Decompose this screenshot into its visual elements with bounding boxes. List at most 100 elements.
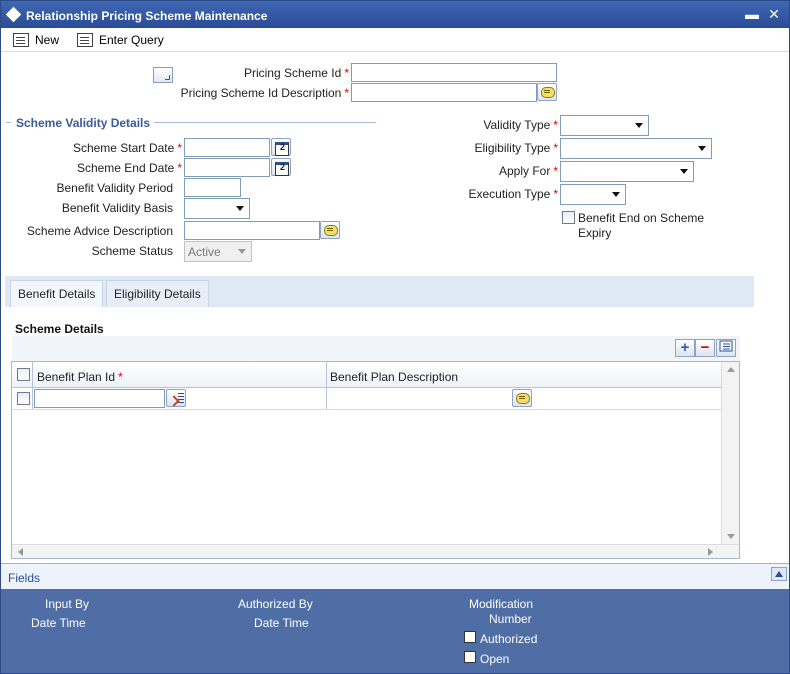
chevron-down-icon <box>698 146 706 151</box>
calendar-icon[interactable] <box>271 138 291 156</box>
enter-query-label: Enter Query <box>99 33 164 47</box>
end-date-label: Scheme End Date * <box>31 161 182 175</box>
add-row-button[interactable]: + <box>675 339 695 357</box>
status-value: Active <box>188 244 221 259</box>
calendar-icon[interactable] <box>271 158 291 176</box>
minimize-button[interactable]: ▬ <box>743 5 761 23</box>
benefit-plan-id-input[interactable] <box>34 389 165 408</box>
scheme-desc-label-text: Pricing Scheme Id Description <box>180 86 342 100</box>
list-icon <box>719 340 733 352</box>
fields-link[interactable]: Fields <box>8 571 40 585</box>
column-header-benefit-plan-id: Benefit Plan Id * <box>37 370 123 384</box>
lookup-icon[interactable] <box>166 389 186 407</box>
required-mark: * <box>553 141 558 155</box>
note-icon[interactable] <box>320 221 340 239</box>
scheme-desc-input[interactable] <box>351 83 537 102</box>
chevron-down-icon <box>680 169 688 174</box>
benefit-end-label-1: Benefit End on Scheme <box>578 211 705 225</box>
advice-desc-input[interactable] <box>184 221 320 240</box>
scroll-down-icon[interactable] <box>727 534 735 539</box>
required-mark: * <box>344 66 349 80</box>
close-button[interactable]: ✕ <box>765 5 783 23</box>
authorized-checkbox <box>464 631 476 643</box>
validity-type-label-text: Validity Type <box>483 118 551 132</box>
benefit-basis-label: Benefit Validity Basis <box>61 201 173 215</box>
input-by-label: Input By <box>45 597 90 611</box>
tab-benefit-details[interactable]: Benefit Details <box>10 280 104 307</box>
authorized-label: Authorized <box>480 632 538 646</box>
benefit-period-label: Benefit Validity Period <box>56 181 173 195</box>
execution-type-label: Execution Type * <box>421 187 558 201</box>
remove-row-button[interactable]: − <box>695 339 715 357</box>
grid-header: Benefit Plan Id * Benefit Plan Descriptio… <box>12 362 721 388</box>
new-label: New <box>35 33 60 47</box>
open-label: Open <box>480 652 510 666</box>
start-date-label-text: Scheme Start Date <box>72 141 175 155</box>
enter-query-icon <box>77 33 93 47</box>
list-view-button[interactable] <box>716 339 736 357</box>
execution-type-label-text: Execution Type <box>468 187 551 201</box>
modification-number-label: Number <box>489 612 532 626</box>
toolbar: New Enter Query <box>1 28 789 52</box>
scroll-left-icon[interactable] <box>18 548 23 556</box>
start-date-input[interactable] <box>184 138 270 157</box>
benefit-basis-select[interactable] <box>184 198 250 219</box>
required-mark: * <box>118 370 123 384</box>
apply-for-label: Apply For * <box>421 164 558 178</box>
status-label: Scheme Status <box>91 244 173 258</box>
scroll-right-icon[interactable] <box>708 548 713 556</box>
maintenance-window: Relationship Pricing Scheme Maintenance … <box>0 0 790 674</box>
advice-desc-label: Scheme Advice Description <box>26 224 173 238</box>
benefit-end-label-2: Expiry <box>578 226 612 240</box>
scheme-details-grid: Benefit Plan Id * Benefit Plan Descriptio… <box>11 361 740 559</box>
note-icon[interactable] <box>537 83 557 101</box>
scheme-id-input[interactable] <box>351 63 557 82</box>
new-icon <box>13 33 29 47</box>
tab-eligibility-details[interactable]: Eligibility Details <box>106 280 209 307</box>
benefit-period-input[interactable] <box>184 178 241 197</box>
expand-icon[interactable] <box>153 67 173 83</box>
enter-query-button[interactable]: Enter Query <box>77 30 164 50</box>
scheme-id-label-text: Pricing Scheme Id <box>243 66 342 80</box>
validity-type-select[interactable] <box>560 115 649 136</box>
section-title: Scheme Validity Details <box>16 116 151 130</box>
scroll-up-icon[interactable] <box>727 367 735 372</box>
required-mark: * <box>177 141 182 155</box>
audit-footer: Input By Date Time Authorized By Date Ti… <box>1 589 789 673</box>
vertical-scrollbar[interactable] <box>721 362 739 544</box>
chevron-down-icon <box>612 192 620 197</box>
tab-bar: Benefit Details Eligibility Details <box>5 276 754 307</box>
fields-bar: Fields <box>1 563 789 589</box>
apply-for-label-text: Apply For <box>498 164 551 178</box>
new-button[interactable]: New <box>13 30 59 50</box>
grid-toolbar <box>12 336 740 361</box>
validity-type-label: Validity Type * <box>421 118 558 132</box>
row-checkbox[interactable] <box>17 392 30 405</box>
status-select: Active <box>184 241 252 262</box>
execution-type-select[interactable] <box>560 184 626 205</box>
required-mark: * <box>344 86 349 100</box>
required-mark: * <box>553 118 558 132</box>
apply-for-select[interactable] <box>560 161 694 182</box>
end-date-input[interactable] <box>184 158 270 177</box>
window-title: Relationship Pricing Scheme Maintenance <box>26 9 268 23</box>
window-diamond-icon <box>5 6 22 23</box>
benefit-end-checkbox[interactable] <box>562 211 575 224</box>
grid-title: Scheme Details <box>15 322 104 336</box>
section-divider <box>6 122 11 123</box>
horizontal-scrollbar[interactable] <box>12 544 739 558</box>
chevron-down-icon <box>635 123 643 128</box>
chevron-down-icon <box>238 249 246 254</box>
input-datetime-label: Date Time <box>31 616 86 630</box>
scheme-id-label: Pricing Scheme Id * <box>181 66 349 80</box>
authorized-by-label: Authorized By <box>238 597 313 611</box>
chevron-down-icon <box>236 206 244 211</box>
column-header-benefit-plan-description: Benefit Plan Description <box>330 370 459 384</box>
eligibility-type-label: Eligibility Type * <box>421 141 559 155</box>
eligibility-type-select[interactable] <box>560 138 712 159</box>
open-checkbox <box>464 651 476 663</box>
select-all-checkbox[interactable] <box>17 368 30 381</box>
note-icon[interactable] <box>512 389 532 407</box>
auth-datetime-label: Date Time <box>254 616 309 630</box>
collapse-icon[interactable] <box>771 567 787 581</box>
